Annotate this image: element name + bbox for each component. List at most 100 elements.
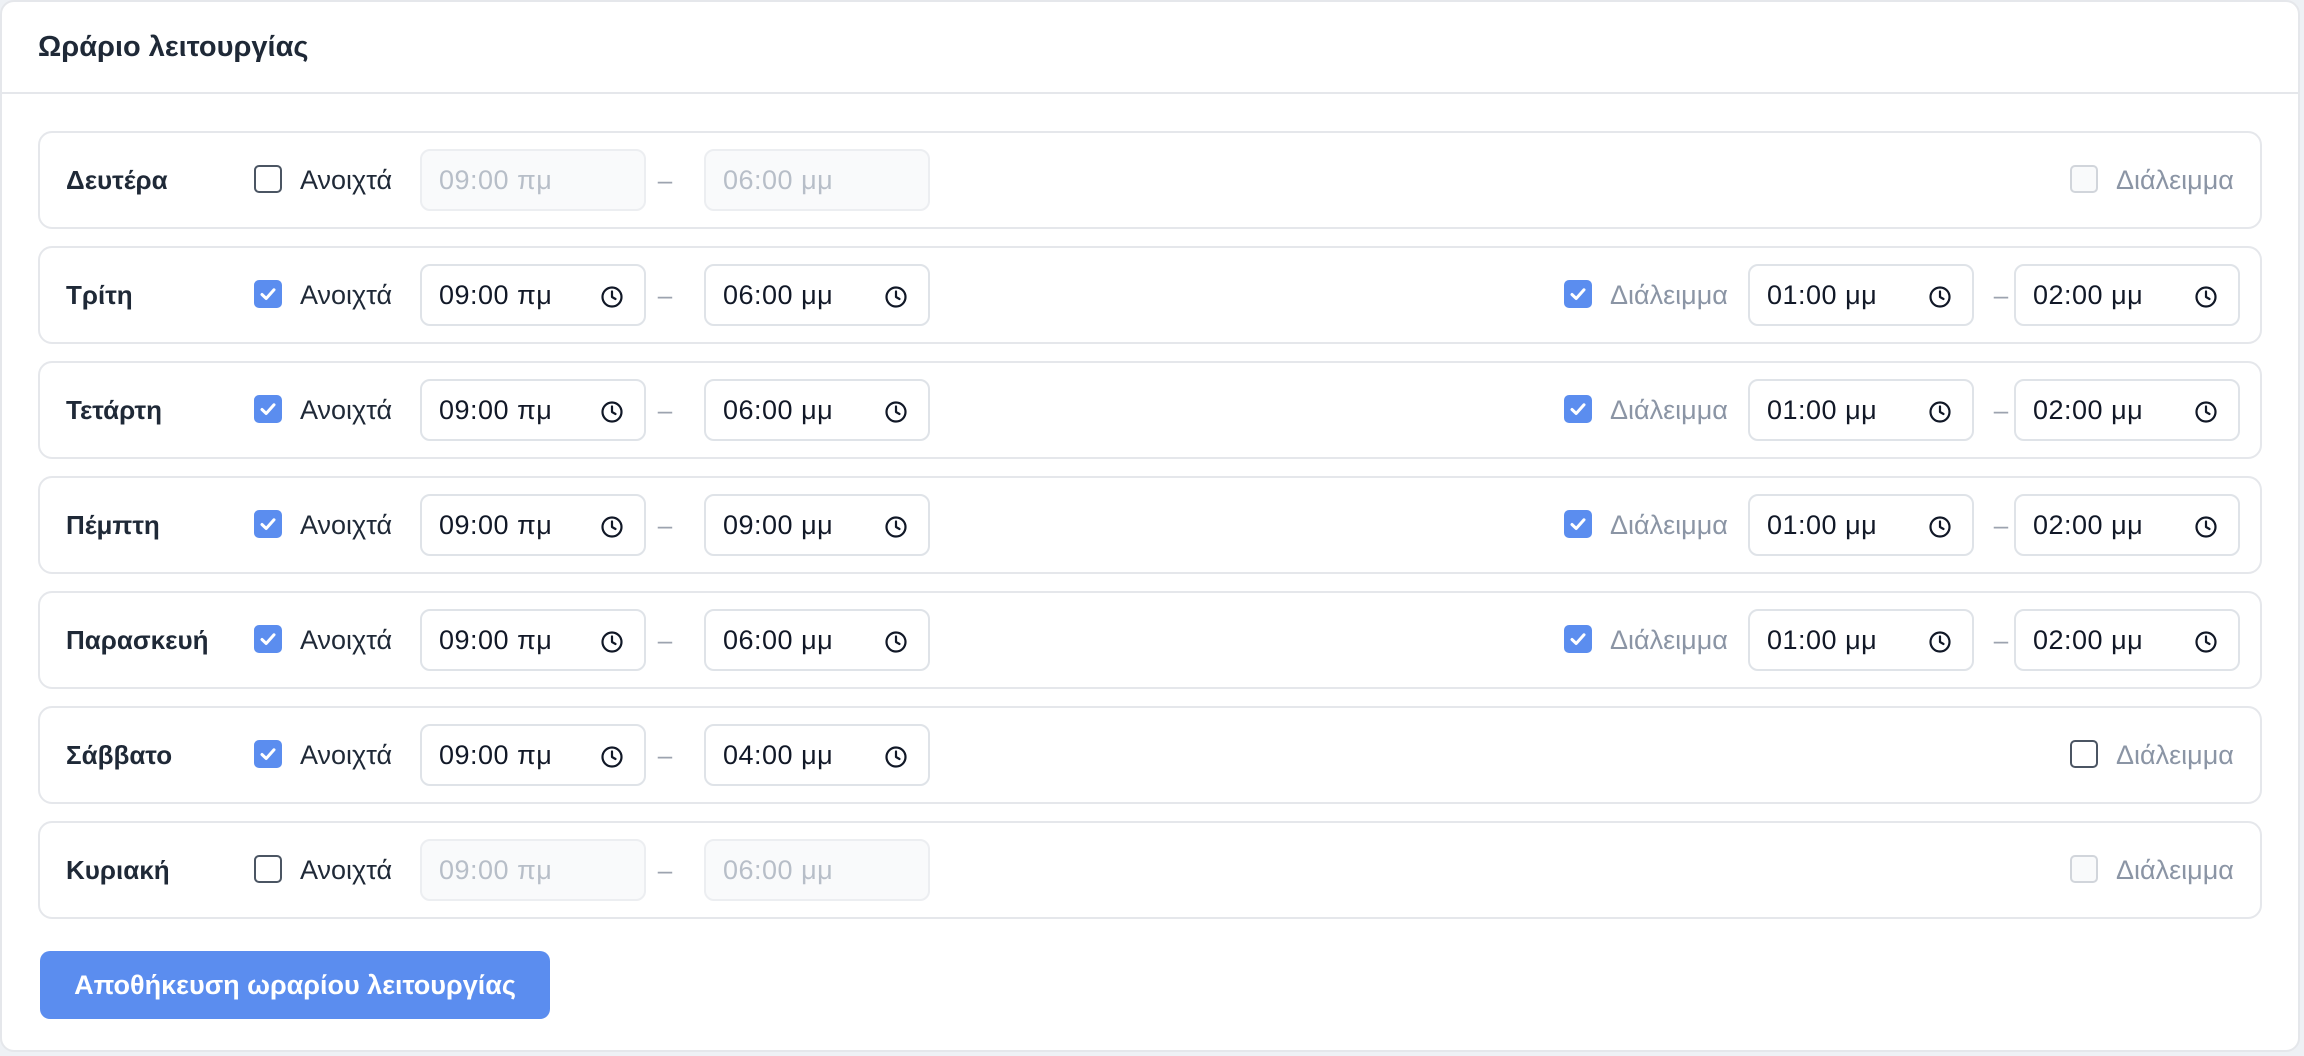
open-to-value: 06:00 μμ <box>723 854 834 885</box>
open-checkbox[interactable] <box>254 510 282 538</box>
open-checkbox[interactable] <box>254 740 282 768</box>
open-from-time-input[interactable]: 09:00 πμ <box>420 149 646 211</box>
business-hours-card: Ωράριο λειτουργίας Δευτέρα Ανοιχτά 09:00… <box>0 0 2300 1052</box>
break-to-time-input[interactable]: 02:00 μμ <box>2014 609 2240 671</box>
break-label: Διάλειμμα <box>2116 739 2234 770</box>
hours-separator: – <box>657 739 673 770</box>
break-separator: – <box>1993 279 2009 310</box>
clock-icon[interactable] <box>600 630 624 654</box>
hours-separator: – <box>657 164 673 195</box>
open-to-time-input[interactable]: 06:00 μμ <box>704 379 930 441</box>
clock-icon[interactable] <box>600 285 624 309</box>
break-separator: – <box>1993 394 2009 425</box>
break-checkbox[interactable] <box>2070 740 2098 768</box>
open-label: Ανοιχτά <box>300 509 393 540</box>
open-checkbox[interactable] <box>254 280 282 308</box>
break-from-time-input[interactable]: 01:00 μμ <box>1748 379 1974 441</box>
day-row: Δευτέρα Ανοιχτά 09:00 πμ – 06:00 μμ Διάλ… <box>38 131 2262 229</box>
open-from-value: 09:00 πμ <box>439 509 553 540</box>
break-checkbox[interactable] <box>1564 280 1592 308</box>
clock-icon[interactable] <box>884 285 908 309</box>
open-to-time-input[interactable]: 04:00 μμ <box>704 724 930 786</box>
clock-icon[interactable] <box>600 515 624 539</box>
break-from-time-input[interactable]: 01:00 μμ <box>1748 609 1974 671</box>
day-name: Δευτέρα <box>66 164 168 195</box>
break-to-time-input[interactable]: 02:00 μμ <box>2014 264 2240 326</box>
day-name: Τετάρτη <box>66 394 163 425</box>
open-to-time-input[interactable]: 06:00 μμ <box>704 264 930 326</box>
break-checkbox[interactable] <box>1564 395 1592 423</box>
clock-icon[interactable] <box>884 515 908 539</box>
day-name: Τρίτη <box>66 279 133 310</box>
open-to-value: 06:00 μμ <box>723 394 834 425</box>
open-from-time-input[interactable]: 09:00 πμ <box>420 839 646 901</box>
break-from-value: 01:00 μμ <box>1767 279 1878 310</box>
day-row: Σάββατο Ανοιχτά 09:00 πμ – 04:00 μμ Διάλ… <box>38 706 2262 804</box>
hours-separator: – <box>657 854 673 885</box>
break-separator: – <box>1993 624 2009 655</box>
open-from-time-input[interactable]: 09:00 πμ <box>420 724 646 786</box>
day-name: Κυριακή <box>66 854 170 885</box>
open-checkbox[interactable] <box>254 625 282 653</box>
clock-icon[interactable] <box>2194 285 2218 309</box>
break-from-time-input[interactable]: 01:00 μμ <box>1748 494 1974 556</box>
open-from-value: 09:00 πμ <box>439 279 553 310</box>
hours-separator: – <box>657 509 673 540</box>
break-to-value: 02:00 μμ <box>2033 624 2144 655</box>
day-row: Παρασκευή Ανοιχτά 09:00 πμ – 06:00 μμ Δι… <box>38 591 2262 689</box>
clock-icon[interactable] <box>884 745 908 769</box>
card-header: Ωράριο λειτουργίας <box>2 2 2298 94</box>
open-to-value: 06:00 μμ <box>723 624 834 655</box>
open-from-time-input[interactable]: 09:00 πμ <box>420 494 646 556</box>
break-to-time-input[interactable]: 02:00 μμ <box>2014 494 2240 556</box>
open-to-time-input[interactable]: 06:00 μμ <box>704 149 930 211</box>
open-to-value: 09:00 μμ <box>723 509 834 540</box>
clock-icon[interactable] <box>884 630 908 654</box>
open-checkbox[interactable] <box>254 395 282 423</box>
open-to-time-input[interactable]: 06:00 μμ <box>704 839 930 901</box>
save-hours-button[interactable]: Αποθήκευση ωραρίου λειτουργίας <box>40 951 550 1019</box>
break-checkbox[interactable] <box>1564 510 1592 538</box>
open-checkbox[interactable] <box>254 855 282 883</box>
clock-icon[interactable] <box>600 400 624 424</box>
hours-separator: – <box>657 279 673 310</box>
card-title: Ωράριο λειτουργίας <box>38 30 309 63</box>
day-row: Κυριακή Ανοιχτά 09:00 πμ – 06:00 μμ Διάλ… <box>38 821 2262 919</box>
open-label: Ανοιχτά <box>300 739 393 770</box>
day-row: Τρίτη Ανοιχτά 09:00 πμ – 06:00 μμ Διάλει… <box>38 246 2262 344</box>
open-from-value: 09:00 πμ <box>439 164 553 195</box>
break-from-time-input[interactable]: 01:00 μμ <box>1748 264 1974 326</box>
open-from-value: 09:00 πμ <box>439 624 553 655</box>
open-to-time-input[interactable]: 06:00 μμ <box>704 609 930 671</box>
open-label: Ανοιχτά <box>300 164 393 195</box>
clock-icon[interactable] <box>1928 515 1952 539</box>
break-label: Διάλειμμα <box>2116 164 2234 195</box>
clock-icon[interactable] <box>600 745 624 769</box>
break-to-time-input[interactable]: 02:00 μμ <box>2014 379 2240 441</box>
break-from-value: 01:00 μμ <box>1767 509 1878 540</box>
open-label: Ανοιχτά <box>300 854 393 885</box>
open-checkbox[interactable] <box>254 165 282 193</box>
break-label: Διάλειμμα <box>1610 509 1728 540</box>
open-from-time-input[interactable]: 09:00 πμ <box>420 379 646 441</box>
clock-icon[interactable] <box>1928 400 1952 424</box>
open-to-value: 06:00 μμ <box>723 279 834 310</box>
break-label: Διάλειμμα <box>1610 279 1728 310</box>
break-checkbox[interactable] <box>1564 625 1592 653</box>
open-from-time-input[interactable]: 09:00 πμ <box>420 609 646 671</box>
open-to-time-input[interactable]: 09:00 μμ <box>704 494 930 556</box>
open-from-time-input[interactable]: 09:00 πμ <box>420 264 646 326</box>
break-separator: – <box>1993 509 2009 540</box>
clock-icon[interactable] <box>2194 515 2218 539</box>
break-checkbox[interactable] <box>2070 855 2098 883</box>
clock-icon[interactable] <box>2194 630 2218 654</box>
clock-icon[interactable] <box>1928 285 1952 309</box>
days-list: Δευτέρα Ανοιχτά 09:00 πμ – 06:00 μμ Διάλ… <box>2 94 2298 919</box>
open-to-value: 04:00 μμ <box>723 739 834 770</box>
break-from-value: 01:00 μμ <box>1767 624 1878 655</box>
clock-icon[interactable] <box>2194 400 2218 424</box>
clock-icon[interactable] <box>1928 630 1952 654</box>
day-name: Παρασκευή <box>66 624 209 655</box>
clock-icon[interactable] <box>884 400 908 424</box>
break-checkbox[interactable] <box>2070 165 2098 193</box>
